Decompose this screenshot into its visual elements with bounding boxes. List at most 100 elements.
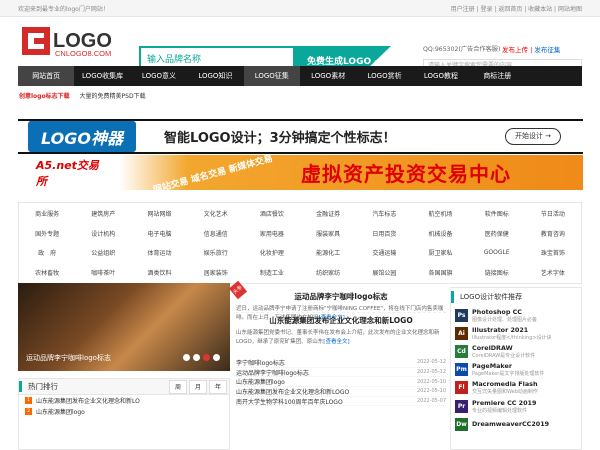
nav-tutorial[interactable]: LOGO教程	[413, 66, 469, 86]
sub-link-red[interactable]: 创意logo标志下载	[19, 93, 70, 100]
start-design-button[interactable]: 开始设计 →	[505, 128, 561, 145]
category-link[interactable]: 汽车标志	[356, 209, 412, 218]
category-link[interactable]: 建筑房产	[75, 209, 131, 218]
software-item[interactable]: Dw DreamweaverCC2019	[451, 415, 581, 433]
list-item[interactable]: 山东能源集团logo 2022-05-10	[236, 377, 446, 388]
category-link[interactable]: 农林畜牧	[19, 268, 75, 277]
category-link[interactable]: 能源化工	[300, 248, 356, 257]
publish-link[interactable]: 发布征集	[534, 46, 560, 54]
article-title[interactable]: 山东能源集团发布企业文化理念和新LOGO	[236, 315, 446, 326]
category-link[interactable]: 教育咨询	[525, 229, 581, 238]
slide-dot[interactable]	[213, 354, 220, 361]
category-link[interactable]: 酒店餐饮	[244, 209, 300, 218]
top-links[interactable]: 用户注册 | 登录 | 返回首页 | 收藏本站 | 网站地图	[451, 4, 582, 13]
qq-contact: QQ:965302(广告合作客服)	[423, 46, 501, 53]
ad-banner-logo-tool[interactable]: LOGO神器 智能LOGO设计；3分钟搞定个性标志！ 开始设计 →	[18, 119, 583, 154]
slide-dot[interactable]	[183, 354, 190, 361]
category-link[interactable]: 家用电器	[244, 229, 300, 238]
nav-material[interactable]: LOGO素材	[300, 66, 356, 86]
list-item-title: 山东能源集团发布企业文化理念和新LOGO	[236, 388, 350, 396]
category-grid: 商业服务 建筑房产 网站网络 文化艺术 酒店餐饮 金融证券 汽车标志 航空机场 软件图标 节日活动…	[18, 202, 582, 284]
category-link[interactable]: 设计机构	[75, 229, 131, 238]
category-link[interactable]: 交通运输	[356, 248, 412, 257]
software-name: CorelDRAW	[472, 343, 513, 352]
software-item[interactable]: Ps Photoshop CC 图像设计处理、处理图片必备	[451, 306, 581, 324]
software-item[interactable]: Pm PageMaker PageMaker是文字排版处理软件	[451, 361, 581, 379]
category-link[interactable]: 金融证券	[300, 209, 356, 218]
slide-dot[interactable]	[193, 354, 200, 361]
tab-week[interactable]: 周	[169, 379, 187, 394]
category-link[interactable]: 艺术字体	[525, 268, 581, 277]
list-item[interactable]: 李宁咖啡logo标志 2022-05-12	[236, 358, 446, 368]
software-item[interactable]: Ai Illustrator 2021 Illustrator程度</thinkin…	[451, 324, 581, 342]
category-link[interactable]: 网站网络	[131, 209, 187, 218]
category-link[interactable]: 节日活动	[525, 209, 581, 218]
category-link[interactable]: 电子电脑	[131, 229, 187, 238]
category-link[interactable]: 珠宝首饰	[525, 248, 581, 257]
top-bar: 欢迎来到最专业的logo门户网站！ 用户注册 | 登录 | 返回首页 | 收藏本…	[0, 0, 600, 17]
nav-collection[interactable]: LOGO收集库	[74, 66, 130, 86]
rank-icon: 2	[25, 408, 32, 415]
category-link[interactable]: 厨卫家私	[412, 248, 468, 257]
list-item[interactable]: 运动品牌李宁咖啡logo标志 2022-05-12	[236, 368, 446, 378]
tab-month[interactable]: 月	[189, 379, 207, 394]
rank-icon: 1	[25, 397, 32, 404]
category-link[interactable]: 各国国旗	[412, 268, 468, 277]
hot-item[interactable]: 1 山东能源集团发布企业文化理念和新LO	[19, 395, 229, 406]
category-link[interactable]: 化妆护理	[244, 248, 300, 257]
software-item[interactable]: Pr Premiere CC 2019 专业的视频编辑处理软件	[451, 397, 581, 415]
category-link[interactable]: 商业服务	[19, 209, 75, 218]
category-link[interactable]: 服装家具	[300, 229, 356, 238]
list-item[interactable]: 山东能源集团发布企业文化理念和新LOGO 2022-05-10	[236, 387, 446, 397]
main-nav: 网站首页 LOGO收集库 LOGO意义 LOGO知识 LOGO征集 LOGO素材…	[18, 66, 582, 86]
category-link[interactable]: 体育运动	[131, 248, 187, 257]
software-name: PageMaker	[472, 362, 512, 371]
software-desc: Illustrator程度</thinking>设计诀	[472, 334, 552, 341]
category-link[interactable]: 文化艺术	[188, 209, 244, 218]
upload-link[interactable]: 发布上传	[502, 46, 528, 54]
category-link[interactable]: 软件图标	[469, 209, 525, 218]
category-link[interactable]: 航空机场	[412, 209, 468, 218]
category-link[interactable]: 日用百货	[356, 229, 412, 238]
category-link[interactable]: 信息通信	[188, 229, 244, 238]
read-more-link[interactable]: [查看全文]	[323, 339, 349, 345]
hot-item[interactable]: 2 山东能源集团logo	[19, 406, 229, 417]
list-item[interactable]: 南开大学生物学科100周年百年庆LOGO 2022-05-07	[236, 397, 446, 407]
hot-item-title: 山东能源集团发布企业文化理念和新LO	[36, 398, 140, 405]
category-link[interactable]: 医药保健	[469, 229, 525, 238]
nav-contest[interactable]: LOGO征集	[243, 66, 300, 86]
software-item[interactable]: Cd CorelDRAW CorelDRAW是专业设计软件	[451, 342, 581, 360]
nav-appreciation[interactable]: LOGO赏析	[356, 66, 412, 86]
hot-item-title: 山东能源集团logo	[36, 409, 85, 416]
category-link[interactable]: GOOGLE	[469, 249, 525, 256]
category-link[interactable]: 居家装饰	[188, 268, 244, 277]
tab-year[interactable]: 年	[209, 379, 227, 394]
category-link[interactable]: 政 府	[19, 248, 75, 257]
site-logo[interactable]: LOGO CNLOGO8.COM	[20, 25, 120, 59]
category-link[interactable]: 链接图标	[469, 268, 525, 277]
slide-dot-active[interactable]	[203, 354, 210, 361]
category-link[interactable]: 咖啡茶叶	[75, 268, 131, 277]
category-link[interactable]: 娱乐旅行	[188, 248, 244, 257]
software-desc: 专业的视频编辑处理软件	[472, 407, 528, 414]
nav-home[interactable]: 网站首页	[18, 66, 75, 86]
category-link[interactable]: 公益组织	[75, 248, 131, 257]
sub-link[interactable]: 大量的免费精美PSD下载	[80, 93, 146, 100]
category-link[interactable]: 酒类饮料	[131, 268, 187, 277]
software-name: DreamweaverCC2019	[472, 420, 550, 429]
software-item[interactable]: Fl Macromedia Flash 交互式矢量图和Web动画制作	[451, 379, 581, 397]
a5-big-text: 虚拟资产投资交易中心	[301, 162, 511, 186]
nav-knowledge[interactable]: LOGO知识	[187, 66, 243, 86]
featured-slideshow[interactable]: 运动品牌李宁咖啡logo标志	[18, 283, 230, 371]
hot-ranking-title: 热门排行	[19, 381, 169, 392]
category-link[interactable]: 纺织家纺	[300, 268, 356, 277]
article-title[interactable]: 运动品牌李宁咖啡logo标志	[236, 291, 446, 302]
category-link[interactable]: 机械设备	[412, 229, 468, 238]
category-link[interactable]: 制造工业	[244, 268, 300, 277]
category-link[interactable]: 展馆公园	[356, 268, 412, 277]
pagemaker-icon: Pm	[455, 363, 468, 377]
nav-trademark[interactable]: 商标注册	[469, 66, 525, 86]
nav-meaning[interactable]: LOGO意义	[131, 66, 187, 86]
ad-banner-a5[interactable]: A5.net交易所 网站交易 域名交易 新媒体交易 虚拟资产投资交易中心	[18, 154, 583, 196]
category-link[interactable]: 国外专题	[19, 229, 75, 238]
